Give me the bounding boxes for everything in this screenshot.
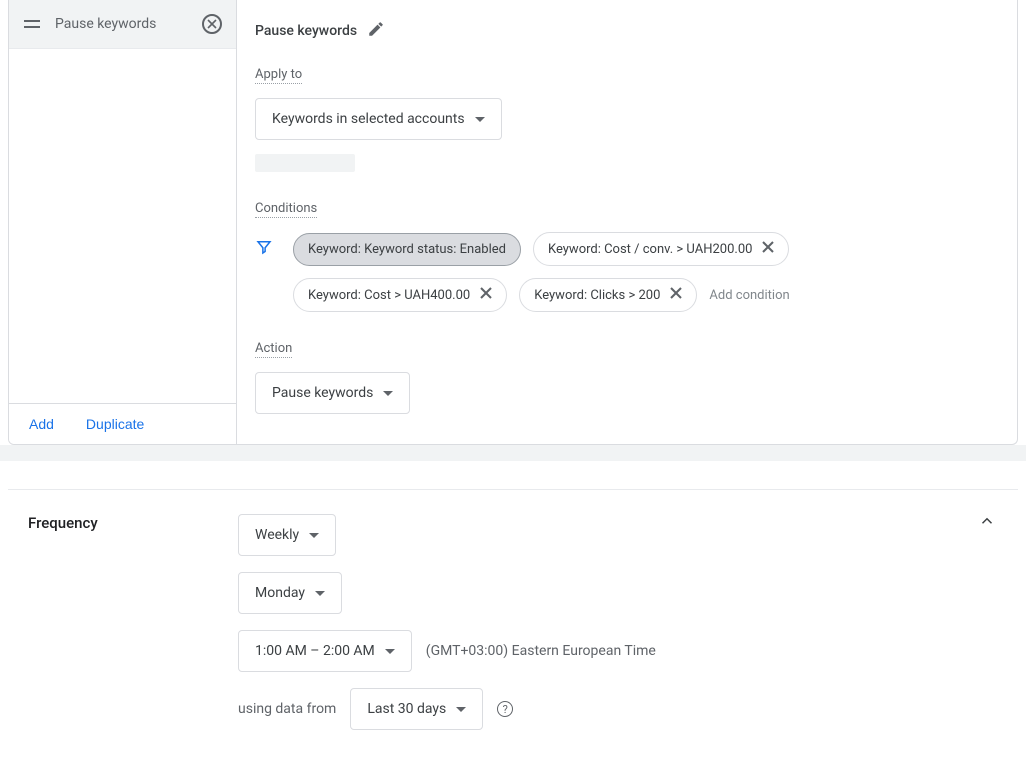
sidebar-title: Pause keywords xyxy=(55,16,188,32)
duplicate-button[interactable]: Duplicate xyxy=(86,416,144,432)
frequency-card: Frequency Weekly Monday 1:00 AM xyxy=(8,489,1018,758)
chevron-down-icon xyxy=(309,533,319,538)
apply-to-section: Apply to Keywords in selected accounts xyxy=(255,66,999,172)
apply-to-label: Apply to xyxy=(255,67,302,84)
data-from-value: Last 30 days xyxy=(367,701,446,717)
condition-chip[interactable]: Keyword: Cost > UAH400.00 xyxy=(293,278,507,312)
remove-chip-icon[interactable] xyxy=(670,287,682,303)
frequency-time-value: 1:00 AM – 2:00 AM xyxy=(255,643,375,659)
remove-chip-icon[interactable] xyxy=(762,241,774,257)
add-button[interactable]: Add xyxy=(29,416,54,432)
data-from-dropdown[interactable]: Last 30 days xyxy=(350,688,483,730)
action-dropdown[interactable]: Pause keywords xyxy=(255,372,410,414)
condition-chip[interactable]: Keyword: Cost / conv. > UAH200.00 xyxy=(533,232,789,266)
frequency-label: Frequency xyxy=(28,514,218,532)
rule-content: Pause keywords Apply to Keywords in sele… xyxy=(237,0,1017,444)
close-icon[interactable] xyxy=(202,14,222,34)
condition-chip-label: Keyword: Cost > UAH400.00 xyxy=(308,288,470,303)
filter-icon xyxy=(255,238,273,260)
condition-chip-label: Keyword: Cost / conv. > UAH200.00 xyxy=(548,242,752,257)
condition-chip[interactable]: Keyword: Keyword status: Enabled xyxy=(293,233,521,266)
collapse-icon[interactable] xyxy=(978,512,996,534)
remove-chip-icon[interactable] xyxy=(480,287,492,303)
chevron-down-icon xyxy=(456,707,466,712)
condition-chip-label: Keyword: Keyword status: Enabled xyxy=(308,242,506,257)
frequency-time-dropdown[interactable]: 1:00 AM – 2:00 AM xyxy=(238,630,412,672)
section-divider xyxy=(0,445,1026,461)
help-icon[interactable]: ? xyxy=(497,701,513,717)
frequency-day-value: Monday xyxy=(255,585,305,601)
action-section: Action Pause keywords xyxy=(255,340,999,414)
drag-handle-icon[interactable] xyxy=(23,20,41,28)
add-condition-button[interactable]: Add condition xyxy=(709,288,789,303)
condition-chip[interactable]: Keyword: Clicks > 200 xyxy=(519,278,697,312)
frequency-controls: Weekly Monday 1:00 AM – 2:00 AM (GMT xyxy=(238,514,998,730)
condition-chip-label: Keyword: Clicks > 200 xyxy=(534,288,660,303)
chevron-down-icon xyxy=(315,591,325,596)
action-label: Action xyxy=(255,341,292,358)
conditions-label: Conditions xyxy=(255,201,317,218)
rule-sidebar: Pause keywords Add Duplicate xyxy=(9,0,237,444)
conditions-chips: Keyword: Keyword status: Enabled Keyword:… xyxy=(293,232,999,312)
rule-title-row: Pause keywords xyxy=(255,20,999,42)
sidebar-body xyxy=(9,49,236,403)
rule-card: Pause keywords Add Duplicate Pause keywo… xyxy=(8,0,1018,445)
edit-icon[interactable] xyxy=(367,20,385,42)
conditions-section: Conditions Keyword: Keyword status: Enab… xyxy=(255,200,999,312)
data-from-label: using data from xyxy=(238,701,336,717)
action-value: Pause keywords xyxy=(272,385,373,401)
frequency-day-dropdown[interactable]: Monday xyxy=(238,572,342,614)
timezone-text: (GMT+03:00) Eastern European Time xyxy=(426,643,656,659)
sidebar-header: Pause keywords xyxy=(9,0,236,49)
sidebar-footer: Add Duplicate xyxy=(9,403,236,444)
chevron-down-icon xyxy=(385,649,395,654)
apply-to-dropdown[interactable]: Keywords in selected accounts xyxy=(255,98,502,140)
frequency-period-dropdown[interactable]: Weekly xyxy=(238,514,336,556)
chevron-down-icon xyxy=(475,117,485,122)
apply-to-value: Keywords in selected accounts xyxy=(272,111,465,127)
redacted-placeholder xyxy=(255,154,355,172)
rule-title: Pause keywords xyxy=(255,23,357,39)
chevron-down-icon xyxy=(383,391,393,396)
frequency-period-value: Weekly xyxy=(255,527,299,543)
